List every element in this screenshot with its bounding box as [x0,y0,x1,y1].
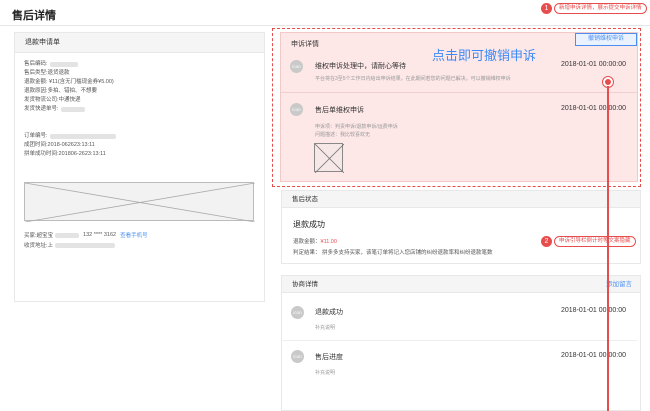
after-sale-status-card: 售后状态 退款成功 退款金额：¥11.00 判定结果： 拼多多支持买家，该笔订单… [281,190,641,264]
after-sale-type: 售后类型:退货退款 [24,70,70,76]
annotation-pointer-line [607,86,609,411]
appeal-details-title: 申诉详情 [291,41,319,48]
annotation-text: 申诉引导栏倒计时等文案隐藏 [554,236,636,247]
appeal-status-description: 平台将在3至5个工作日内给出申诉结果，在此期间若您的问题已解决，可以撤销维权申诉 [315,76,511,82]
annotation-text: 新增申诉详情，展示提交申诉详情 [554,3,647,14]
annotation-note-1: 1 新增申诉详情，展示提交申诉详情 [541,3,647,14]
group-time: 成团时间:2018-062623:13:11 [24,142,95,148]
revoke-callout: 点击即可撤销申诉 [432,49,537,64]
appeal-record-title: 售后单维权申诉 [315,107,364,114]
annotation-number: 1 [541,3,552,14]
after-sale-code: 售后编码: [24,60,116,69]
logistics-company: 发货物流公司:中通快递 [24,97,81,103]
refund-amount-label: 退款金额： [293,239,321,245]
refund-amount-value: ¥11.00 [320,239,337,245]
negotiation-item-date: 2018-01-01 00:00:00 [561,307,626,314]
negotiation-title-text: 协商详情 [292,281,318,288]
avatar: icon [290,60,303,73]
status-result: 退款成功 [293,220,325,229]
negotiation-details-title: 协商详情 添加留言 [282,276,640,293]
tracking-number: 发货快递单号: [24,105,116,114]
buyer-name: 买家:超宝宝 [24,233,54,239]
group-success-time: 拼单成功时间:201806-2623:13:11 [24,151,106,157]
annotation-note-2: 2 申诉引导栏倒计时等文案隐藏 [541,236,636,247]
avatar: icon [291,350,304,363]
order-number: 订单编号: [24,132,116,141]
shipping-address: 收货地址:上 [24,243,54,249]
avatar: icon [290,103,303,116]
evidence-image-placeholder[interactable] [314,143,344,173]
avatar: icon [291,306,304,319]
page-title: 售后详情 [12,10,56,22]
refund-details: 售后编码: 售后类型:退货退款 退款金额: ¥11(含无门槛现金券¥5.00) … [24,60,116,159]
negotiation-item-title: 售后进度 [315,354,343,361]
refund-amount: 退款金额: ¥11(含无门槛现金券¥5.00) [24,79,114,85]
appeal-status-title: 维权申诉处理中，请耐心等待 [315,63,406,70]
negotiation-item-note: 补充说明 [315,325,336,331]
divider [281,340,637,341]
buyer-line: 买家:超宝宝 132 **** 3162 查看手机号 [24,231,148,239]
appeal-description: 问题描述：我比较喜欢无 [315,132,371,138]
add-message-link[interactable]: 添加留言 [606,276,632,293]
negotiation-item-title: 退款成功 [315,309,343,316]
negotiation-details-card: 协商详情 添加留言 [281,275,641,411]
divider [281,92,637,93]
refund-reason: 退款原因:多拍、错拍、不想要 [24,88,98,94]
appeal-status-date: 2018-01-01 00:00:00 [561,61,626,68]
appeal-record-date: 2018-01-01 00:00:00 [561,105,626,112]
product-image-placeholder [24,182,255,222]
appeal-type: 申诉项：判责申诉/退款申诉/运费申诉 [315,124,398,130]
view-phone-link[interactable]: 查看手机号 [120,231,148,239]
negotiation-item-note: 补充说明 [315,370,336,376]
address-line: 收货地址:上 [24,241,116,249]
verdict-line: 判定结果： 拼多多支持买家，该笔订单将记入您店铺的纠纷退款率和纠纷退款笔数 [293,250,493,256]
revoke-appeal-button[interactable]: 撤销维权申诉 [575,33,637,46]
buyer-phone: 132 **** 3162 [83,232,117,238]
refund-amount-line: 退款金额：¥11.00 [293,237,337,245]
annotation-number: 2 [541,236,552,247]
after-sale-status-title: 售后状态 [282,191,640,208]
negotiation-item-date: 2018-01-01 00:00:00 [561,352,626,359]
refund-request-title: 退款申请单 [15,33,264,53]
